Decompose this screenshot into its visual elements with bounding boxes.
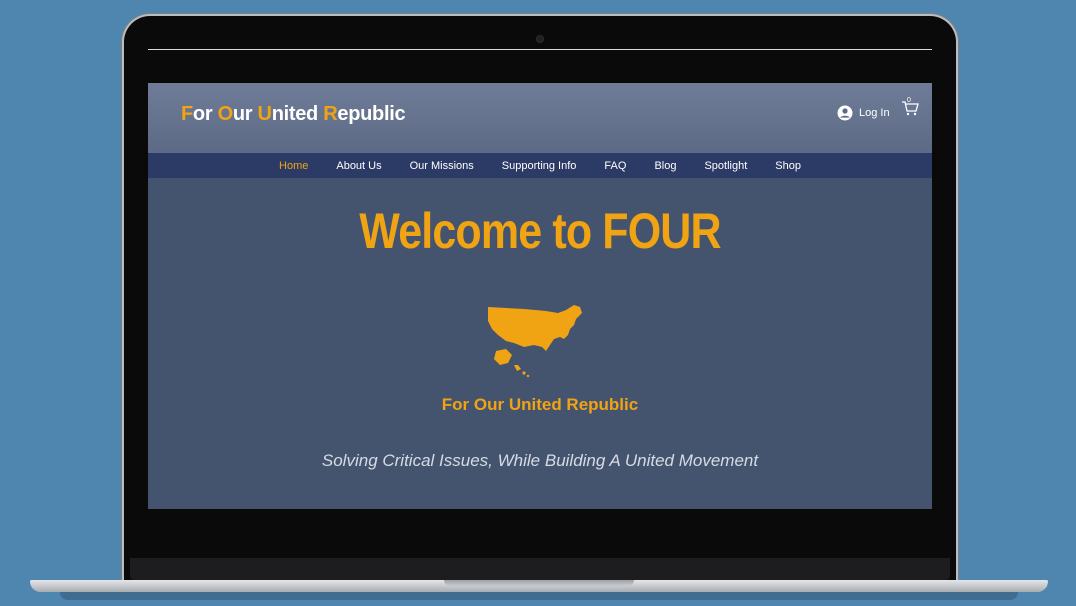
site-logo[interactable]: For Our United Republic [181, 103, 406, 126]
nav-item-about-us[interactable]: About Us [336, 160, 381, 172]
nav-item-shop[interactable]: Shop [775, 160, 801, 172]
hero-subtitle: Solving Critical Issues, While Building … [321, 451, 759, 470]
usa-map-icon [488, 305, 582, 378]
user-icon [837, 105, 853, 121]
cart-count: 0 [907, 97, 911, 104]
webcam [537, 36, 543, 42]
cart-button[interactable]: 0 [901, 97, 919, 117]
nav-item-blog[interactable]: Blog [654, 160, 676, 172]
main-nav: Home About Us Our Missions Supporting In… [148, 153, 932, 178]
bezel-line [148, 49, 932, 50]
logo-text-3: nited [271, 103, 324, 125]
laptop-shadow [60, 592, 1018, 600]
logo-letter-r: R [323, 103, 338, 125]
logo-letter-f: F [181, 103, 193, 125]
logo-text-1: or [192, 103, 218, 125]
login-label: Log In [859, 107, 890, 119]
nav-item-our-missions[interactable]: Our Missions [410, 160, 474, 172]
website-screen: For Our United Republic Log In 0 Home Ab… [148, 83, 932, 509]
laptop-notch [444, 580, 634, 586]
nav-item-supporting-info[interactable]: Supporting Info [502, 160, 577, 172]
bezel-bottom [130, 558, 950, 580]
logo-text-2: ur [232, 103, 258, 125]
logo-text-4: epublic [337, 103, 406, 125]
laptop-base [30, 580, 1048, 592]
logo-letter-u: U [257, 103, 272, 125]
laptop-frame: For Our United Republic Log In 0 Home Ab… [124, 16, 956, 586]
nav-item-home[interactable]: Home [279, 160, 308, 172]
tagline: For Our United Republic [441, 395, 639, 414]
nav-item-spotlight[interactable]: Spotlight [704, 160, 747, 172]
nav-item-faq[interactable]: FAQ [604, 160, 626, 172]
hero-title: Welcome to FOUR [359, 203, 721, 259]
login-button[interactable]: Log In [837, 105, 890, 121]
site-header: For Our United Republic Log In 0 [148, 83, 932, 153]
logo-letter-o: O [217, 103, 234, 125]
